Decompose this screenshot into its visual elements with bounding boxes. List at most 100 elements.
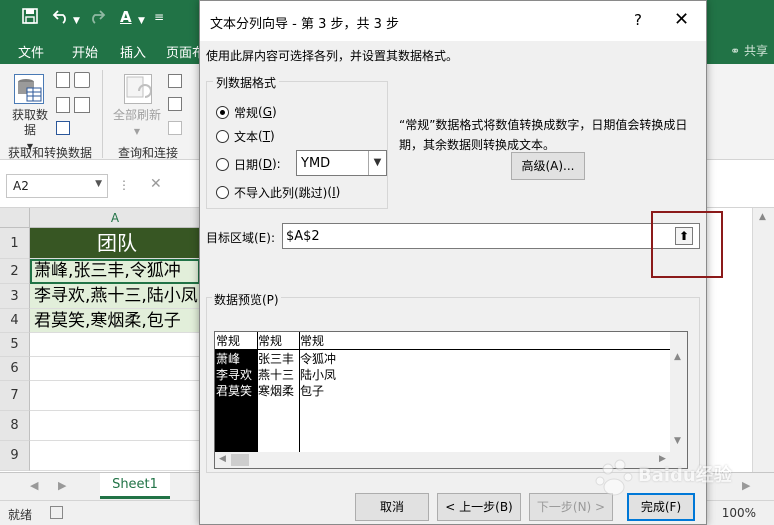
cancel-button[interactable]: 取消: [355, 493, 429, 521]
cell-a7[interactable]: [30, 381, 200, 411]
hscroll-right-icon[interactable]: ▶: [742, 479, 750, 492]
cell-a2[interactable]: 萧峰,张三丰,令狐冲: [30, 259, 200, 284]
preview-cell: 燕十三: [258, 368, 295, 382]
column-format-group: 列数据格式 常规(G) 文本(T) 日期(D): YMD ▼ 不导入此列(跳过)…: [206, 74, 388, 209]
save-icon[interactable]: [22, 8, 38, 28]
advanced-button[interactable]: 高级(A)...: [511, 152, 585, 180]
destination-input[interactable]: $A$2 ⬆: [282, 223, 700, 249]
customize-icon[interactable]: ≡: [154, 8, 164, 26]
name-box[interactable]: A2 ▼: [6, 174, 108, 198]
preview-cell: 君莫笑: [216, 384, 253, 398]
radio-unselected-icon[interactable]: [216, 157, 229, 171]
row-header[interactable]: 2: [0, 259, 30, 284]
row-header[interactable]: 6: [0, 357, 30, 381]
dialog-title: 文本分列向导 - 第 3 步，共 3 步: [210, 17, 400, 32]
worksheet-vertical-scrollbar[interactable]: ▲: [752, 208, 774, 472]
scroll-up-icon[interactable]: ▲: [759, 212, 766, 222]
status-text: 就绪: [8, 508, 33, 522]
refresh-all-button[interactable]: 全部刷新 ▼: [108, 108, 166, 139]
radio-text[interactable]: 文本(T): [216, 127, 275, 145]
data-preview-label: 数据预览(P): [212, 291, 281, 308]
help-icon[interactable]: ?: [634, 11, 642, 29]
font-color-dropdown-icon[interactable]: ▼: [138, 12, 145, 30]
preview-cell: 寒烟柔: [258, 384, 295, 398]
row-header[interactable]: 9: [0, 441, 30, 471]
properties-icon[interactable]: [168, 97, 182, 111]
baidu-watermark: Baidu经验: [590, 455, 740, 515]
date-format-select[interactable]: YMD ▼: [296, 150, 387, 176]
database-icon[interactable]: [14, 74, 44, 104]
font-color-icon[interactable]: A: [120, 8, 132, 26]
radio-selected-icon[interactable]: [216, 105, 229, 119]
refresh-all-icon[interactable]: [124, 74, 152, 104]
queries-connections-icon[interactable]: [168, 74, 182, 88]
worksheet-grid[interactable]: A 1 团队 2 萧峰,张三丰,令狐冲 3 李寻欢,燕十三,陆小凤 4 君莫笑,…: [0, 208, 200, 472]
preview-scroll-thumb[interactable]: [231, 454, 249, 466]
group-queries-label: 查询和连接: [118, 146, 179, 160]
preview-vertical-scrollbar[interactable]: ▲ ▼: [670, 332, 687, 454]
refresh-dropdown-icon: ▼: [133, 127, 141, 136]
row-header[interactable]: 4: [0, 309, 30, 333]
existing-connections-icon[interactable]: [56, 121, 70, 135]
tab-insert[interactable]: 插入: [120, 42, 146, 61]
undo-dropdown-icon[interactable]: ▼: [73, 12, 80, 30]
scroll-down-icon[interactable]: ▼: [674, 436, 681, 446]
macro-record-icon[interactable]: [50, 506, 63, 519]
row-header[interactable]: 1: [0, 228, 30, 259]
preview-column-header[interactable]: 常规: [215, 332, 257, 350]
tab-home[interactable]: 开始: [72, 42, 98, 61]
redo-icon[interactable]: [88, 8, 106, 28]
row-header[interactable]: 5: [0, 333, 30, 357]
highlight-annotation-box: [651, 211, 723, 278]
row-header[interactable]: 3: [0, 284, 30, 309]
text-to-columns-dialog: 文本分列向导 - 第 3 步，共 3 步 ? ✕ 使用此屏内容可选择各列，并设置…: [199, 0, 723, 525]
instruction-text: 使用此屏内容可选择各列，并设置其数据格式。: [206, 49, 459, 63]
chevron-down-icon[interactable]: ▼: [368, 151, 386, 175]
radio-skip-column[interactable]: 不导入此列(跳过)(I): [216, 183, 340, 201]
preview-column-header[interactable]: 常规: [257, 332, 299, 350]
column-header-a[interactable]: A: [30, 208, 200, 228]
scroll-left-icon[interactable]: ◀: [219, 454, 226, 464]
tab-file[interactable]: 文件: [18, 42, 44, 61]
name-box-dropdown-icon[interactable]: ▼: [95, 179, 102, 189]
radio-unselected-icon[interactable]: [216, 129, 229, 143]
back-button[interactable]: < 上一步(B): [437, 493, 521, 521]
undo-icon[interactable]: [52, 8, 70, 28]
recent-sources-icon[interactable]: [74, 97, 90, 113]
sheet-tab-sheet1[interactable]: Sheet1: [100, 473, 170, 499]
preview-cell: 包子: [300, 384, 325, 398]
destination-label: 目标区域(E):: [206, 231, 275, 245]
radio-date[interactable]: 日期(D):: [216, 155, 281, 173]
preview-cell: 萧峰: [216, 352, 241, 366]
cancel-formula-icon[interactable]: ✕: [150, 176, 162, 192]
sheet-prev-icon[interactable]: ◀: [30, 479, 38, 492]
cell-a4[interactable]: 君莫笑,寒烟柔,包子: [30, 309, 200, 333]
cell-a1[interactable]: 团队: [30, 228, 200, 259]
data-preview-area[interactable]: 常规 常规 常规 萧峰 张三丰 令狐冲 李寻欢 燕十三 陆小凤 君莫笑 寒烟柔 …: [214, 331, 688, 469]
preview-column-header[interactable]: 常规: [299, 332, 670, 350]
column-format-legend: 列数据格式: [213, 74, 280, 91]
cell-a9[interactable]: [30, 441, 200, 471]
from-table-icon[interactable]: [56, 97, 70, 113]
row-header[interactable]: 8: [0, 411, 30, 441]
cell-a6[interactable]: [30, 357, 200, 381]
dialog-title-bar[interactable]: 文本分列向导 - 第 3 步，共 3 步 ? ✕: [200, 1, 706, 41]
cell-a5[interactable]: [30, 333, 200, 357]
edit-links-icon[interactable]: [168, 121, 182, 135]
close-icon[interactable]: ✕: [674, 9, 689, 30]
select-all-corner[interactable]: [0, 208, 30, 228]
sheet-next-icon[interactable]: ▶: [58, 479, 66, 492]
from-web-icon[interactable]: [74, 72, 90, 88]
preview-cell: 陆小凤: [300, 368, 337, 382]
radio-general[interactable]: 常规(G): [216, 103, 277, 121]
radio-unselected-icon[interactable]: [216, 185, 229, 199]
scroll-up-icon[interactable]: ▲: [674, 352, 681, 362]
from-text-icon[interactable]: [56, 72, 70, 88]
cell-a3[interactable]: 李寻欢,燕十三,陆小凤: [30, 284, 200, 309]
share-button[interactable]: ⚭ 共享: [730, 42, 768, 59]
cell-a8[interactable]: [30, 411, 200, 441]
formula-bar-grip-icon: ⋮: [118, 178, 130, 192]
format-description: “常规”数据格式将数值转换成数字，日期值会转换成日期，其余数据则转换成文本。: [399, 118, 688, 152]
preview-cell: 李寻欢: [216, 368, 253, 382]
row-header[interactable]: 7: [0, 381, 30, 411]
